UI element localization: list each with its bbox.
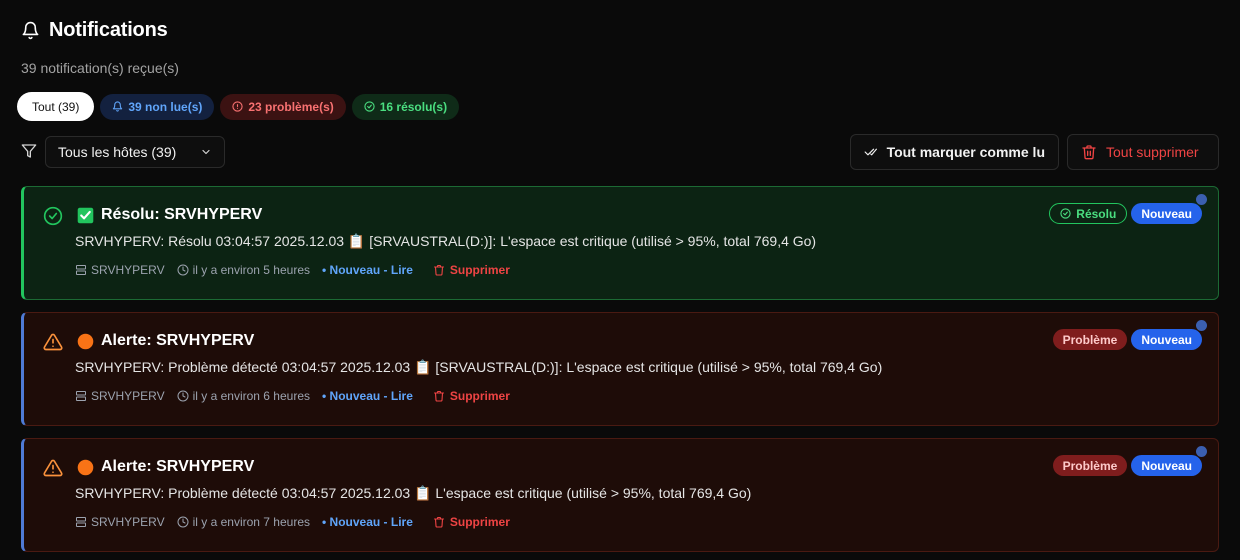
delete-notification-button[interactable]: Supprimer [433,263,510,277]
bell-icon [22,21,39,40]
delete-notification-button[interactable]: Supprimer [433,515,510,529]
bell-icon [113,101,123,112]
mark-all-read-label: Tout marquer comme lu [886,144,1045,160]
delete-label: Supprimer [449,263,510,277]
notification-title: Résolu: SRVHYPERV [101,206,263,223]
host-info: SRVHYPERV [75,515,165,529]
page-header: Notifications [21,19,168,42]
filter-resolved-label: 16 résolu(s) [379,99,448,114]
host-info: SRVHYPERV [75,263,165,277]
notification-meta: SRVHYPERV il y a environ 7 heures • Nouv… [75,515,510,529]
host-name: SRVHYPERV [91,515,165,529]
notification-time: il y a environ 7 heures [192,515,310,529]
delete-label: Supprimer [449,515,510,529]
mark-read-link[interactable]: • Nouveau - Lire [322,389,413,403]
delete-all-label: Tout supprimer [1106,144,1199,160]
trash-icon [1082,145,1096,160]
notification-time: il y a environ 6 heures [192,389,310,403]
warning-triangle-icon [43,459,63,477]
filter-unread-tab[interactable]: 39 non lue(s) [100,93,215,120]
notification-message: SRVHYPERV: Résolu 03:04:57 2025.12.03 📋 … [75,233,817,249]
chevron-down-icon [202,149,210,155]
new-badge: Nouveau [1131,203,1202,224]
host-info: SRVHYPERV [75,389,165,403]
filter-tabs: Tout (39) 39 non lue(s) 23 problème(s) 1… [17,92,460,121]
page-title: Notifications [49,19,168,41]
new-badge: Nouveau [1131,329,1202,350]
notification-time: il y a environ 5 heures [192,263,310,277]
delete-label: Supprimer [449,389,510,403]
host-name: SRVHYPERV [91,389,165,403]
mark-all-read-button[interactable]: Tout marquer comme lu [850,134,1059,170]
new-badge: Nouveau [1131,455,1202,476]
filter-unread-label: 39 non lue(s) [128,99,203,114]
notification-message: SRVHYPERV: Problème détecté 03:04:57 202… [75,485,752,501]
clock-icon [177,390,189,402]
check-circle-icon [364,101,375,112]
mark-read-link[interactable]: • Nouveau - Lire [322,263,413,277]
trash-icon [433,390,444,402]
host-select-value: Tous les hôtes (39) [58,144,177,160]
filter-all-tab[interactable]: Tout (39) [17,92,95,121]
delete-notification-button[interactable]: Supprimer [433,389,510,403]
status-badge: Problème [1052,329,1128,350]
notification-count: 39 notification(s) reçue(s) [21,60,179,76]
filter-problems-label: 23 problème(s) [248,99,334,114]
time-info: il y a environ 5 heures [177,263,310,277]
notification-meta: SRVHYPERV il y a environ 6 heures • Nouv… [75,389,510,403]
time-info: il y a environ 6 heures [177,389,310,403]
alert-circle-icon [232,101,244,112]
filter-resolved-tab[interactable]: 16 résolu(s) [351,93,460,120]
host-select[interactable]: Tous les hôtes (39) [45,136,225,168]
clock-icon [177,516,189,528]
notification-card[interactable]: Alerte: SRVHYPERV SRVHYPERV: Problème dé… [21,438,1219,552]
notification-badges: Problème Nouveau [1052,455,1202,476]
server-icon [76,517,86,527]
filter-icon [21,144,37,158]
server-icon [76,265,86,275]
clock-icon [177,264,189,276]
orange-circle-icon [77,459,94,476]
notification-card[interactable]: Alerte: SRVHYPERV SRVHYPERV: Problème dé… [21,312,1219,426]
server-icon [76,391,86,401]
status-badge: Résolu [1049,203,1128,224]
warning-triangle-icon [43,333,63,351]
unread-dot [1196,320,1207,331]
filter-problems-tab[interactable]: 23 problème(s) [220,93,346,120]
trash-icon [433,264,444,276]
notification-badges: Résolu Nouveau [1049,203,1202,224]
double-check-icon [864,148,877,156]
time-info: il y a environ 7 heures [177,515,310,529]
notification-meta: SRVHYPERV il y a environ 5 heures • Nouv… [75,263,510,277]
check-circle-icon [43,206,63,226]
filter-all-label: Tout (39) [32,99,80,114]
notification-title: Alerte: SRVHYPERV [101,458,255,475]
mark-read-link[interactable]: • Nouveau - Lire [322,515,413,529]
notification-title: Alerte: SRVHYPERV [101,332,255,349]
check-box-icon [77,207,94,224]
notification-card[interactable]: Résolu: SRVHYPERV SRVHYPERV: Résolu 03:0… [21,186,1219,300]
unread-dot [1196,194,1207,205]
host-name: SRVHYPERV [91,263,165,277]
check-circle-icon [1060,208,1071,219]
delete-all-button[interactable]: Tout supprimer [1067,134,1219,170]
status-badge: Problème [1052,455,1128,476]
orange-circle-icon [77,333,94,350]
notification-message: SRVHYPERV: Problème détecté 03:04:57 202… [75,359,883,375]
unread-dot [1196,446,1207,457]
trash-icon [433,516,444,528]
status-badge-label: Résolu [1076,206,1117,221]
notification-badges: Problème Nouveau [1052,329,1202,350]
